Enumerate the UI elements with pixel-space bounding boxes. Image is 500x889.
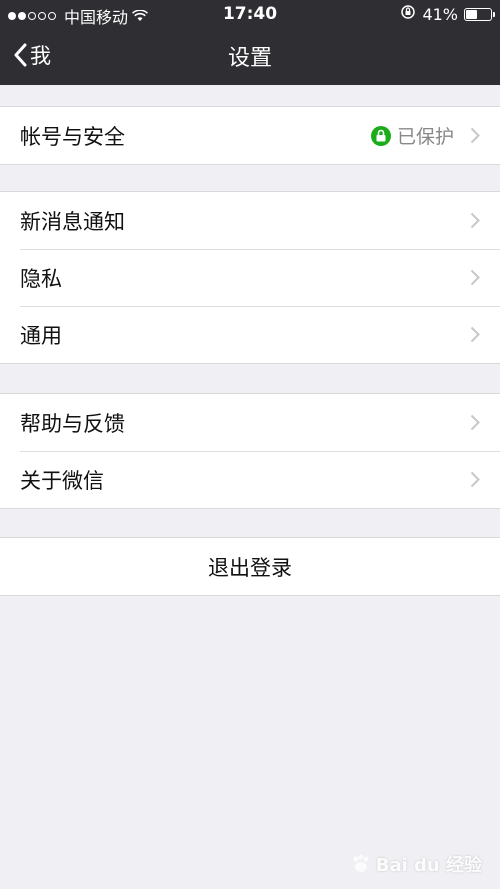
chevron-right-icon bbox=[470, 326, 480, 343]
protection-status: 已保护 bbox=[370, 122, 454, 149]
chevron-right-icon bbox=[470, 212, 480, 229]
help-feedback-item[interactable]: 帮助与反馈 bbox=[0, 394, 500, 451]
account-security-item[interactable]: 帐号与安全 已保护 bbox=[0, 107, 500, 164]
page-title: 设置 bbox=[227, 46, 272, 71]
status-bar: 中国移动 17:40 41% bbox=[0, 0, 500, 28]
new-message-notification-item[interactable]: 新消息通知 bbox=[0, 192, 500, 249]
logout-group: 退出登录 bbox=[0, 537, 500, 596]
orientation-lock-icon bbox=[400, 4, 416, 24]
protection-status-label: 已保护 bbox=[396, 126, 454, 148]
about-wechat-label: 关于微信 bbox=[20, 468, 104, 493]
general-label: 通用 bbox=[20, 323, 62, 348]
general-item[interactable]: 通用 bbox=[0, 306, 500, 363]
navigation-bar: 我 设置 bbox=[0, 28, 500, 85]
help-feedback-label: 帮助与反馈 bbox=[20, 411, 125, 436]
about-wechat-item[interactable]: 关于微信 bbox=[0, 451, 500, 508]
chevron-right-icon bbox=[470, 269, 480, 286]
chevron-right-icon bbox=[470, 471, 480, 488]
battery-icon bbox=[464, 7, 495, 21]
paw-logo-icon bbox=[353, 854, 369, 872]
battery-percent: 41% bbox=[422, 4, 458, 24]
lock-icon bbox=[370, 125, 391, 146]
logout-button[interactable]: 退出登录 bbox=[0, 538, 500, 595]
status-right: 41% bbox=[400, 4, 495, 24]
account-group: 帐号与安全 已保护 bbox=[0, 106, 500, 165]
privacy-label: 隐私 bbox=[20, 266, 62, 291]
new-message-notification-label: 新消息通知 bbox=[20, 209, 125, 234]
watermark: Bai du 经验 bbox=[350, 851, 482, 877]
top-bar: 中国移动 17:40 41% 我 设置 bbox=[0, 0, 500, 85]
watermark-text: Bai du 经验 bbox=[375, 855, 482, 876]
help-group: 帮助与反馈 关于微信 bbox=[0, 393, 500, 509]
privacy-item[interactable]: 隐私 bbox=[0, 249, 500, 306]
notification-group: 新消息通知 隐私 通用 bbox=[0, 191, 500, 364]
chevron-right-icon bbox=[470, 414, 480, 431]
chevron-right-icon bbox=[470, 127, 480, 144]
account-security-label: 帐号与安全 bbox=[20, 124, 125, 149]
